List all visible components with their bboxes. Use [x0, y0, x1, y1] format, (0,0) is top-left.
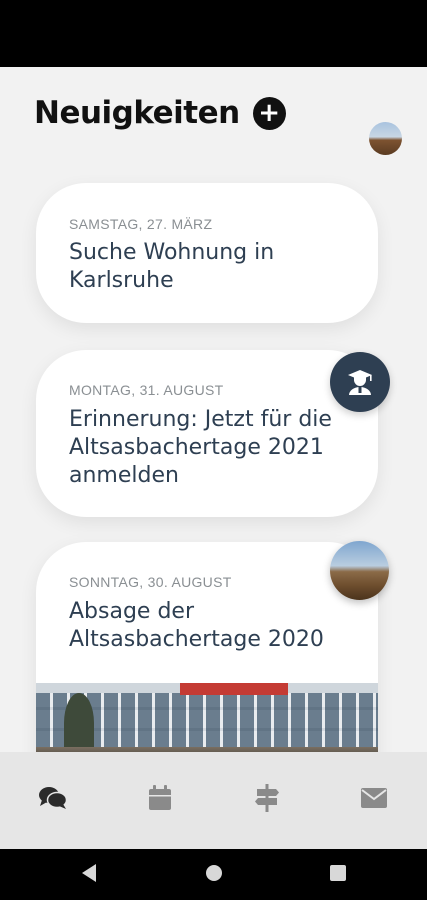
landscape-avatar[interactable] [330, 541, 389, 600]
tree [64, 693, 94, 753]
news-card[interactable]: SAMSTAG, 27. MÄRZ Suche Wohnung in Karls… [36, 183, 378, 323]
chat-bubbles-icon [39, 787, 68, 809]
app-screen: Neuigkeiten + SAMSTAG, 27. MÄRZ Suche Wo… [0, 67, 427, 849]
header: Neuigkeiten + [34, 95, 286, 131]
nav-directions[interactable] [237, 778, 297, 818]
add-post-button[interactable]: + [252, 96, 286, 130]
bottom-navigation [0, 752, 427, 849]
calendar-icon [149, 785, 172, 810]
system-navigation-bar [0, 849, 427, 900]
news-title: Erinnerung: Jetzt für die Altsasbacherta… [69, 407, 332, 488]
envelope-icon [360, 788, 387, 808]
graduate-user-icon[interactable] [330, 352, 390, 412]
news-title: Absage der Altsasbachertage 2020 [69, 599, 324, 652]
profile-avatar[interactable] [369, 122, 402, 155]
nav-calendar[interactable] [130, 778, 190, 818]
home-icon[interactable] [205, 863, 223, 883]
news-image [36, 683, 378, 763]
news-date: SAMSTAG, 27. MÄRZ [69, 216, 213, 232]
news-date: SONNTAG, 30. AUGUST [69, 574, 232, 590]
signpost-icon [254, 784, 279, 812]
back-icon[interactable] [80, 863, 98, 883]
status-bar [0, 0, 427, 67]
building-red-facade [180, 683, 288, 695]
recents-icon[interactable] [329, 863, 347, 883]
nav-chat[interactable] [23, 778, 83, 818]
news-date: MONTAG, 31. AUGUST [69, 382, 224, 398]
news-title: Suche Wohnung in Karlsruhe [69, 240, 275, 293]
news-card[interactable]: MONTAG, 31. AUGUST Erinnerung: Jetzt für… [36, 350, 378, 517]
page-title: Neuigkeiten [34, 95, 240, 131]
nav-messages[interactable] [344, 778, 404, 818]
